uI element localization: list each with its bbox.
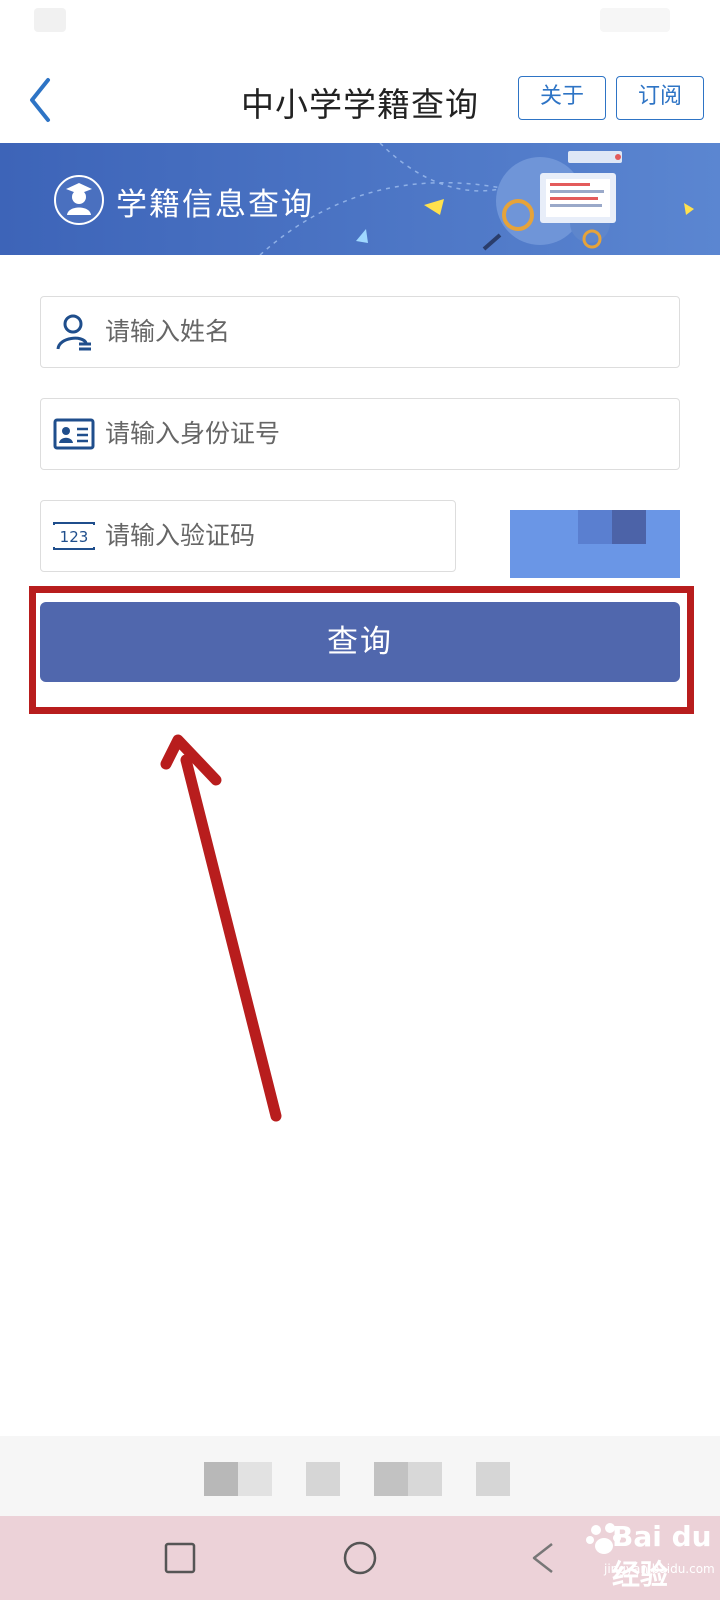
blurred-block <box>306 1462 340 1496</box>
back-nav-icon[interactable] <box>524 1536 568 1580</box>
name-field[interactable] <box>40 296 680 368</box>
status-bar <box>0 0 720 60</box>
computer-illustration-icon <box>482 151 622 251</box>
status-indicators-blurred <box>600 8 670 32</box>
nav-bar: 中小学学籍查询 关于 订阅 <box>0 60 720 142</box>
blurred-block <box>476 1462 510 1496</box>
banner: 学籍信息查询 <box>0 143 720 255</box>
blurred-block <box>238 1462 272 1496</box>
graduate-logo-icon <box>54 175 104 225</box>
captcha-image[interactable] <box>510 510 680 578</box>
name-input[interactable] <box>105 317 645 346</box>
svg-text:123: 123 <box>60 528 89 546</box>
captcha-icon: 123 <box>53 522 95 550</box>
highlight-annotation <box>29 586 694 714</box>
home-icon[interactable] <box>338 1536 382 1580</box>
page-title: 中小学学籍查询 <box>241 85 479 124</box>
captcha-input[interactable] <box>105 521 435 550</box>
subscribe-button[interactable]: 订阅 <box>616 76 704 120</box>
blurred-block <box>204 1462 238 1496</box>
watermark-brand: Bai du 经验 <box>612 1520 712 1591</box>
watermark-url: jingyan.baidu.com <box>604 1562 715 1576</box>
blurred-block <box>408 1462 442 1496</box>
blurred-block <box>374 1462 408 1496</box>
banner-title: 学籍信息查询 <box>116 187 314 223</box>
recent-apps-icon[interactable] <box>158 1536 202 1580</box>
chevron-left-icon <box>30 78 50 122</box>
about-button[interactable]: 关于 <box>518 76 606 120</box>
captcha-field[interactable]: 123 <box>40 500 456 572</box>
id-card-icon <box>53 418 95 450</box>
id-number-input[interactable] <box>105 419 645 448</box>
back-button[interactable] <box>20 74 64 126</box>
user-icon <box>56 314 91 351</box>
status-icon-blurred <box>34 8 66 32</box>
id-number-field[interactable] <box>40 398 680 470</box>
bottom-strip <box>0 1436 720 1516</box>
baidu-watermark: Bai du 经验 jingyan.baidu.com <box>584 1514 720 1591</box>
arrow-annotation-icon <box>160 734 282 1122</box>
